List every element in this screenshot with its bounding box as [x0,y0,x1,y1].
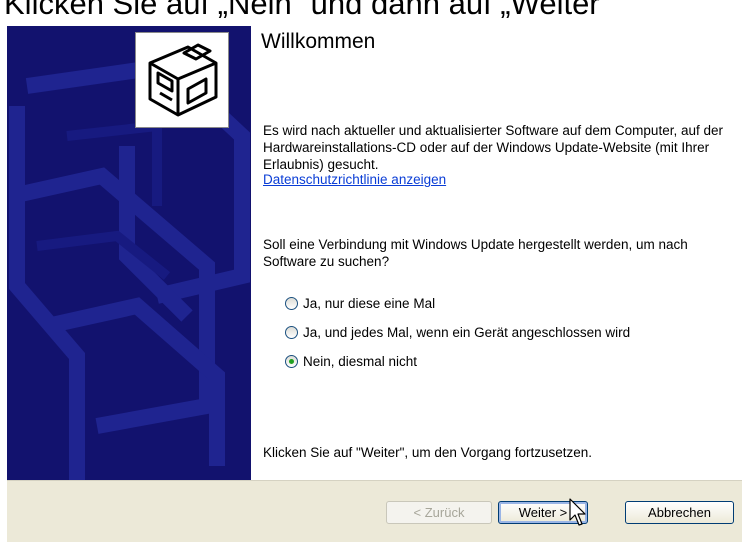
continue-hint: Klicken Sie auf "Weiter", um den Vorgang… [263,445,593,460]
button-bar: < Zurück Weiter > Abbrechen [7,480,742,542]
instruction-caption-text: Klicken Sie auf „Nein“ und dann auf „Wei… [4,0,610,21]
question-text: Soll eine Verbindung mit Windows Update … [263,237,688,269]
option-yes-once-label: Ja, nur diese eine Mal [303,295,436,311]
back-button[interactable]: < Zurück [386,501,492,524]
wizard-content: Willkommen Es wird nach aktueller und ak… [251,26,742,480]
option-yes-once[interactable]: Ja, nur diese eine Mal [285,293,435,313]
option-yes-always[interactable]: Ja, und jedes Mal, wenn ein Gerät angesc… [285,322,630,342]
option-no-label: Nein, diesmal nicht [303,353,418,369]
radio-button-selected-icon[interactable] [285,354,298,368]
radio-button-icon[interactable] [285,325,298,339]
intro-text: Es wird nach aktueller und aktualisierte… [263,123,723,172]
wizard-title: Willkommen [261,30,376,53]
cancel-button[interactable]: Abbrechen [625,501,734,524]
wizard-sidebar [7,26,251,480]
instruction-caption: Klicken Sie auf „Nein“ und dann auf „Wei… [0,0,742,26]
privacy-policy-link[interactable]: Datenschutzrichtlinie anzeigen [263,172,446,187]
mouse-pointer-icon [569,498,586,526]
option-no[interactable]: Nein, diesmal nicht [285,351,417,371]
hardware-wizard-icon [135,32,229,128]
option-yes-always-label: Ja, und jedes Mal, wenn ein Gerät angesc… [303,324,631,340]
radio-button-icon[interactable] [285,296,298,310]
